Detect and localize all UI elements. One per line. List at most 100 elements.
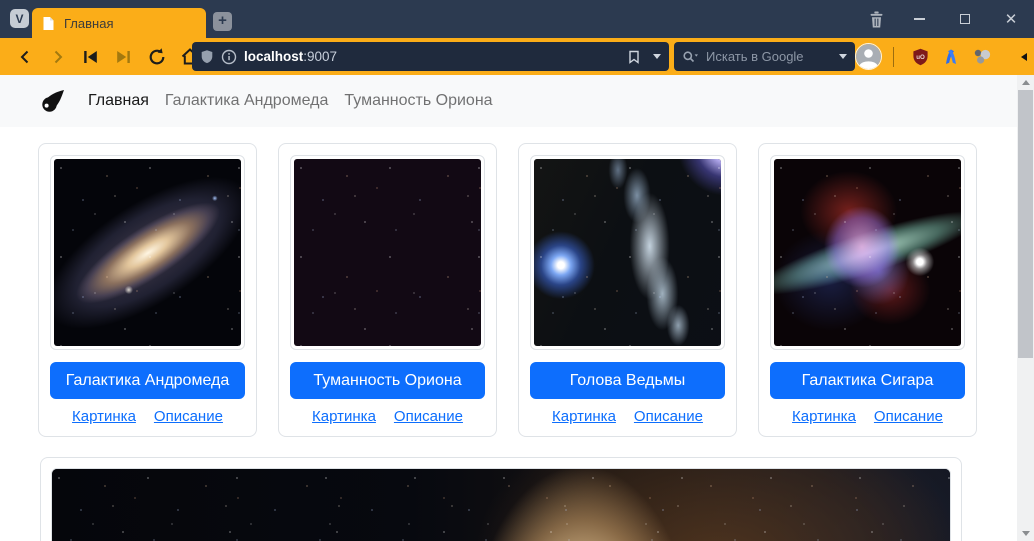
fast-forward-icon <box>116 50 131 64</box>
starfield <box>52 469 950 541</box>
ublock-shield-icon: uO <box>912 48 929 66</box>
nav-link-orion[interactable]: Туманность Ориона <box>336 92 500 110</box>
avatar-icon <box>856 44 881 69</box>
tab-bar: V Главная + ✕ <box>0 0 1034 38</box>
browser-tab-active[interactable]: Главная <box>32 8 206 38</box>
card-links: Картинка Описание <box>530 408 725 425</box>
rewind-button[interactable] <box>74 38 107 75</box>
address-port: :9007 <box>303 49 337 64</box>
scroll-down-arrow-icon <box>1022 531 1030 536</box>
card-thumbnail-frame <box>290 155 485 350</box>
back-icon <box>16 48 34 66</box>
vivaldi-logo-icon: V <box>15 12 23 26</box>
minimize-button[interactable] <box>896 0 942 38</box>
card-thumbnail-frame <box>770 155 965 350</box>
card-link-image[interactable]: Картинка <box>552 408 616 425</box>
trash-icon <box>869 11 884 28</box>
starfield <box>534 159 721 346</box>
card-link-description[interactable]: Описание <box>394 408 463 425</box>
witch-head-nebula-image <box>534 159 721 346</box>
rewind-icon <box>83 50 98 64</box>
search-bar <box>674 42 855 71</box>
maximize-icon <box>960 14 970 24</box>
browser-window: V Главная + ✕ <box>0 0 1034 541</box>
card-links: Картинка Описание <box>50 408 245 425</box>
back-button[interactable] <box>8 38 41 75</box>
site-navbar: Главная Галактика Андромеда Туманность О… <box>0 75 1017 127</box>
card-thumbnail-frame <box>530 155 725 350</box>
card-andromeda: Галактика Андромеда Картинка Описание <box>38 143 257 437</box>
card-link-image[interactable]: Картинка <box>72 408 136 425</box>
profile-button[interactable] <box>855 43 882 70</box>
card-link-image[interactable]: Картинка <box>312 408 376 425</box>
cards-row: Галактика Андромеда Картинка Описание Ту… <box>38 143 977 437</box>
search-engine-icon[interactable] <box>682 50 700 64</box>
bookmark-icon[interactable] <box>628 50 640 64</box>
close-button[interactable]: ✕ <box>988 0 1034 38</box>
card-title-button[interactable]: Галактика Сигара <box>770 362 965 399</box>
navigation-buttons <box>8 38 206 75</box>
starfield <box>294 159 481 346</box>
toolbar-separator <box>893 47 894 67</box>
forward-button[interactable] <box>41 38 74 75</box>
nav-link-home[interactable]: Главная <box>80 92 157 110</box>
shield-icon[interactable] <box>200 49 214 65</box>
orion-nebula-image <box>294 159 481 346</box>
ublock-extension-button[interactable]: uO <box>912 48 929 66</box>
card-link-description[interactable]: Описание <box>154 408 223 425</box>
card-links: Картинка Описание <box>770 408 965 425</box>
starfield <box>54 159 241 346</box>
andromeda-panorama-image <box>51 468 951 541</box>
molecule-icon <box>973 48 992 65</box>
card-title-button[interactable]: Туманность Ориона <box>290 362 485 399</box>
scrollbar-down-button[interactable] <box>1017 526 1034 541</box>
scrollbar-thumb[interactable] <box>1018 90 1033 358</box>
minimize-icon <box>914 18 925 20</box>
wide-card-andromeda-panorama <box>40 457 962 541</box>
address-dropdown-caret-icon[interactable] <box>653 54 661 59</box>
address-url: localhost:9007 <box>244 49 337 64</box>
tab-title: Главная <box>64 16 113 31</box>
comet-logo-icon <box>40 88 66 114</box>
andromeda-galaxy-image <box>54 159 241 346</box>
browser-toolbar: localhost:9007 <box>0 38 1034 75</box>
maximize-button[interactable] <box>942 0 988 38</box>
starfield <box>774 159 961 346</box>
fast-forward-button[interactable] <box>107 38 140 75</box>
toolbar-right-icons: uO <box>855 38 1027 75</box>
card-title-button[interactable]: Голова Ведьмы <box>530 362 725 399</box>
search-dropdown-caret-icon[interactable] <box>839 54 847 59</box>
card-link-description[interactable]: Описание <box>634 408 703 425</box>
panel-toggle-arrow-icon[interactable] <box>1021 53 1027 61</box>
address-bar[interactable]: localhost:9007 <box>192 42 669 71</box>
page-content: Главная Галактика Андромеда Туманность О… <box>0 75 1017 541</box>
reload-icon <box>147 47 167 67</box>
card-cigar: Галактика Сигара Картинка Описание <box>758 143 977 437</box>
site-info-icon[interactable] <box>221 49 237 65</box>
window-controls: ✕ <box>856 0 1034 38</box>
address-bar-actions <box>628 50 661 64</box>
closed-tabs-trash-button[interactable] <box>856 0 896 38</box>
card-witch-head: Голова Ведьмы Картинка Описание <box>518 143 737 437</box>
card-title-button[interactable]: Галактика Андромеда <box>50 362 245 399</box>
reload-button[interactable] <box>140 38 173 75</box>
page-viewport: Главная Галактика Андромеда Туманность О… <box>0 75 1034 541</box>
svg-text:uO: uO <box>916 53 925 60</box>
card-links: Картинка Описание <box>290 408 485 425</box>
blue-ribbon-icon <box>943 48 959 66</box>
new-tab-button[interactable]: + <box>213 12 232 31</box>
cigar-galaxy-image <box>774 159 961 346</box>
card-link-description[interactable]: Описание <box>874 408 943 425</box>
forward-icon <box>49 48 67 66</box>
card-link-image[interactable]: Картинка <box>792 408 856 425</box>
molecule-extension-button[interactable] <box>973 48 992 65</box>
search-input[interactable] <box>706 49 833 64</box>
vivaldi-menu-button[interactable]: V <box>10 9 29 28</box>
nav-link-andromeda[interactable]: Галактика Андромеда <box>157 92 336 110</box>
site-logo[interactable] <box>40 88 66 114</box>
scrollbar-up-button[interactable] <box>1017 75 1034 90</box>
page-favicon-icon <box>42 16 55 31</box>
ribbon-extension-button[interactable] <box>943 48 959 66</box>
address-host: localhost <box>244 49 303 64</box>
page-scrollbar <box>1017 75 1034 541</box>
